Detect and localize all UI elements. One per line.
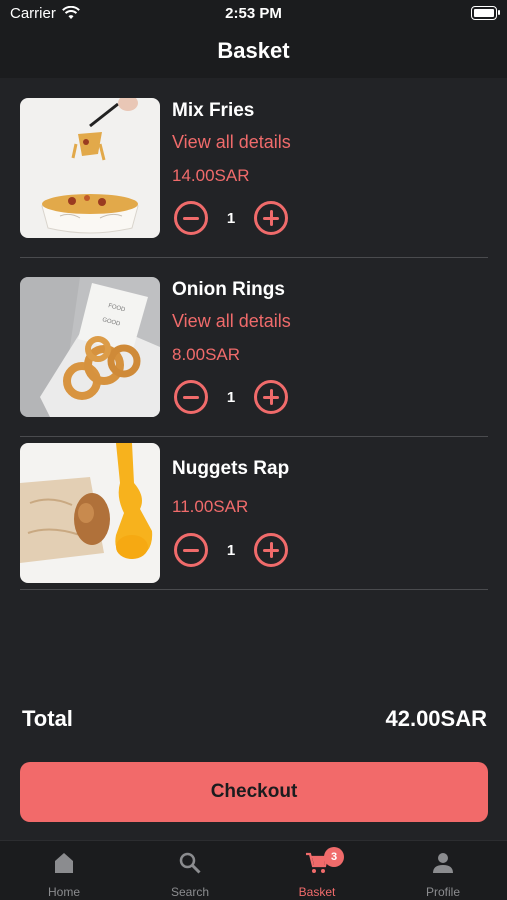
basket-item: Mix Fries View all details 14.00SAR 1 [20,98,488,258]
tab-bar: Home Search Basket 3 Profile [0,840,507,900]
quantity-value: 1 [226,389,236,406]
page-title: Basket [217,38,290,63]
status-bar: Carrier 2:53 PM [0,0,507,28]
basket-item: Nuggets Rap 11.00SAR 1 [20,443,488,591]
tab-label: Home [47,885,80,899]
decrease-quantity-button[interactable] [174,380,208,414]
divider [20,257,488,258]
tab-label: Basket [298,885,336,899]
item-price: 14.00SAR [172,166,250,185]
decrease-quantity-button[interactable] [174,533,208,567]
increase-quantity-button[interactable] [254,533,288,567]
item-name: Onion Rings [172,279,285,300]
item-price: 11.00SAR [172,497,249,516]
basket-item: FOOD GOOD Onion Rings View all details 8… [20,277,488,437]
status-time: 2:53 PM [225,5,282,22]
product-image[interactable] [20,98,160,238]
cart-count-badge: 3 [324,847,344,867]
increase-quantity-button[interactable] [254,201,288,235]
product-image[interactable]: FOOD GOOD [20,277,160,417]
decrease-quantity-button[interactable] [174,201,208,235]
tab-label: Profile [425,885,460,899]
increase-quantity-button[interactable] [254,380,288,414]
total-label: Total [22,706,73,731]
item-price: 8.00SAR [172,345,241,364]
nav-bar: Basket [0,28,507,78]
battery-icon [471,6,500,20]
quantity-value: 1 [226,542,236,559]
tab-basket[interactable]: Basket [254,841,380,900]
total-value: 42.00SAR [385,706,487,731]
person-icon [433,853,453,873]
item-name: Mix Fries [172,100,255,121]
view-details-link[interactable]: View all details [172,132,291,153]
tab-home[interactable]: Home [1,841,127,900]
divider [20,436,488,437]
tab-search[interactable]: Search [127,841,253,900]
quantity-value: 1 [226,210,236,227]
item-name: Nuggets Rap [172,458,290,479]
product-image[interactable] [20,443,160,583]
home-icon [55,853,73,873]
view-details-link[interactable]: View all details [172,311,291,332]
divider [20,589,488,590]
tab-profile[interactable]: Profile [380,841,506,900]
tab-label: Search [170,885,210,899]
checkout-button[interactable]: Checkout [20,762,488,822]
search-icon [179,852,201,874]
